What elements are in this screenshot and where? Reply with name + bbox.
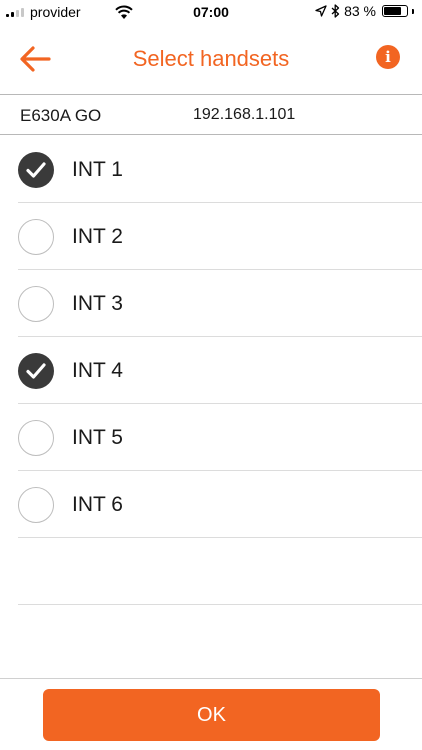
handset-item[interactable]: INT 1 [18,136,422,203]
checkbox-unchecked[interactable] [18,487,54,523]
handset-label: INT 3 [72,292,123,315]
page-title: Select handsets [132,46,290,71]
handset-item[interactable]: INT 3 [18,270,422,337]
handset-item[interactable]: INT 6 [18,471,422,538]
device-name: E630A GO [20,106,102,125]
status-right: 83 % [315,3,414,19]
handset-label: INT 6 [72,493,123,516]
checkmark-icon [26,162,46,178]
battery-percent: 83 % [344,3,376,19]
status-bar: provider 07:00 83 % [0,0,422,24]
footer: OK [0,678,422,750]
handset-label: INT 1 [72,158,123,181]
ok-button[interactable]: OK [43,689,380,741]
handset-item[interactable]: INT 4 [18,337,422,404]
checkmark-icon [26,363,46,379]
bluetooth-icon [331,4,340,18]
handset-item[interactable]: INT 5 [18,404,422,471]
handset-label: INT 4 [72,359,123,382]
location-arrow-icon [315,5,327,17]
handset-label: INT 5 [72,426,123,449]
checkbox-checked[interactable] [18,152,54,188]
empty-list-row [18,538,422,605]
battery-fill [384,7,401,15]
device-row: E630A GO 192.168.1.101 [0,94,422,135]
checkbox-unchecked[interactable] [18,420,54,456]
checkbox-unchecked[interactable] [18,286,54,322]
battery-tip [412,8,414,14]
header: Select handsets i [0,24,422,94]
checkbox-checked[interactable] [18,353,54,389]
info-icon[interactable]: i [376,45,400,69]
device-ip: 192.168.1.101 [193,106,296,123]
handset-list: INT 1 INT 2 INT 3 INT 4 INT 5 INT 6 [18,136,422,605]
checkbox-unchecked[interactable] [18,219,54,255]
handset-label: INT 2 [72,225,123,248]
battery-icon [382,5,408,17]
handset-item[interactable]: INT 2 [18,203,422,270]
